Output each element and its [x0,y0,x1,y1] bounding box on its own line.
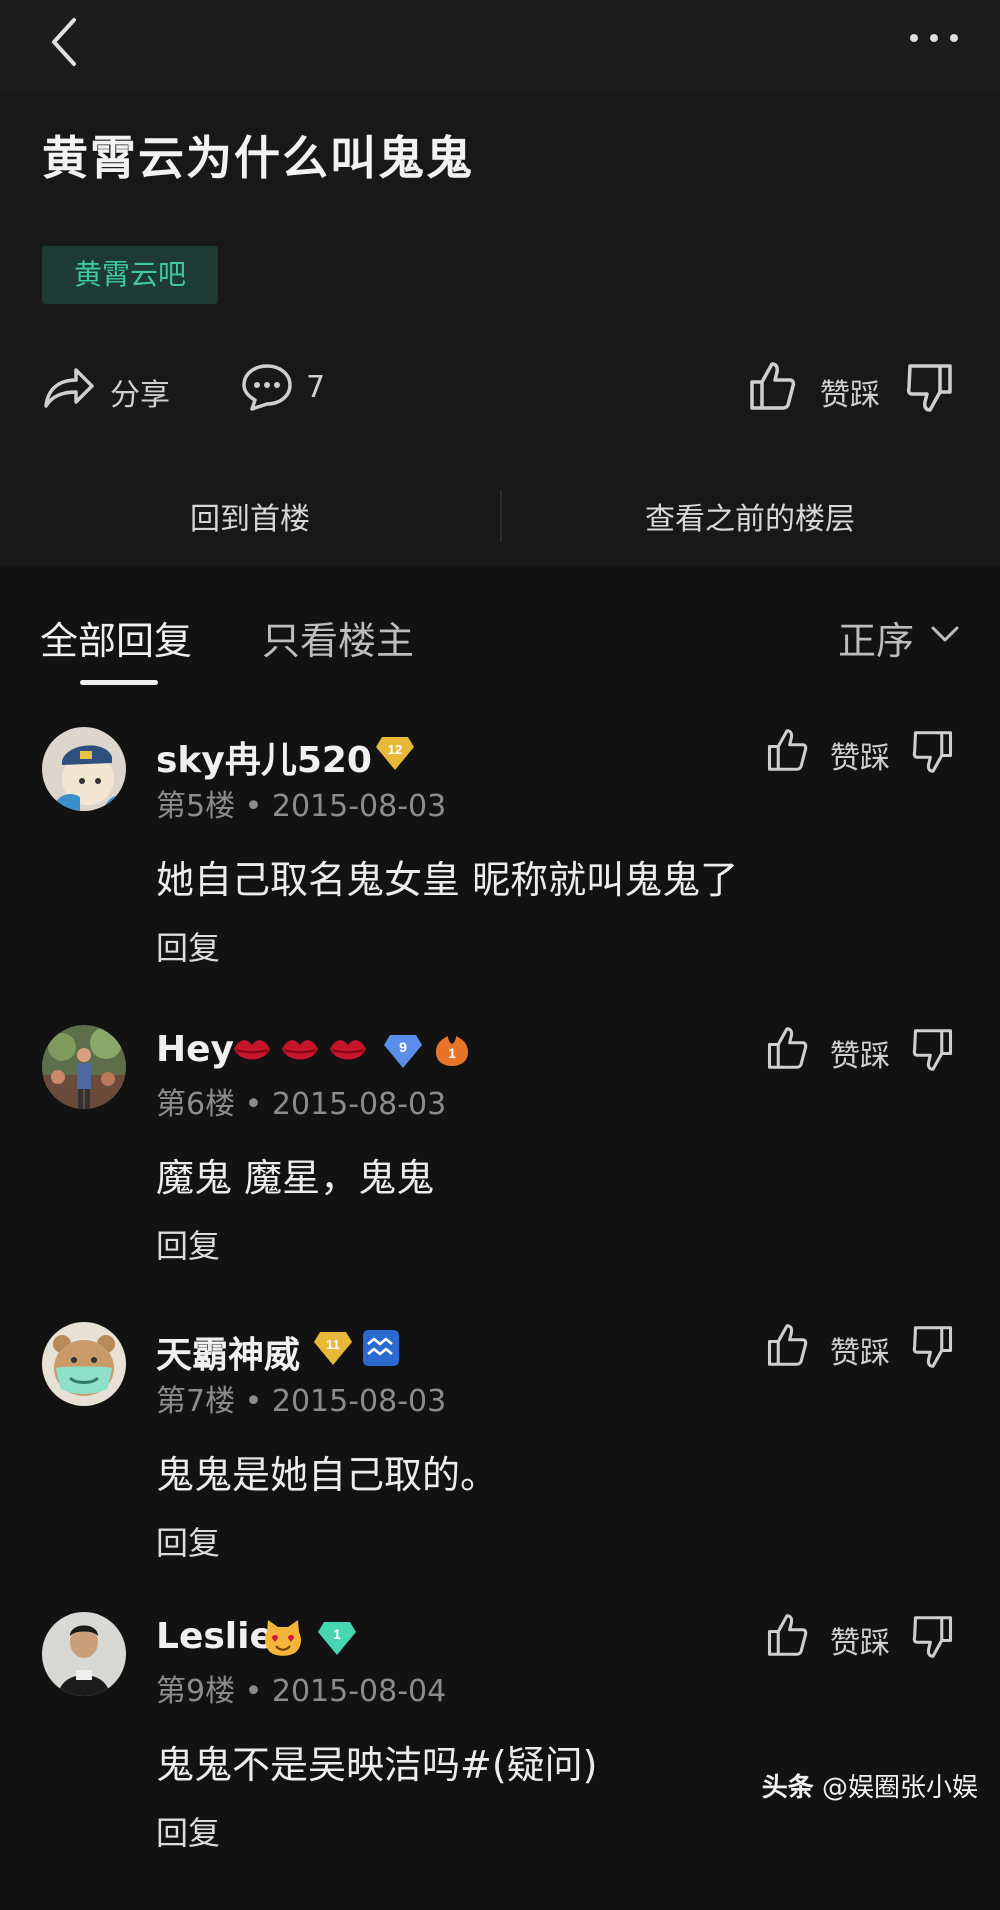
tab-op-only[interactable]: 只看楼主 [262,610,414,665]
comment-count[interactable]: 7 [306,370,325,405]
lips-emoji-icon [282,1040,318,1060]
sort-order-dropdown[interactable]: 正序 [838,610,914,665]
post-content: 她自己取名鬼女皇 昵称就叫鬼鬼了 [156,858,739,902]
badge-level: 1 [448,1045,456,1061]
badge-level: 12 [388,742,402,757]
badge-list: 11 [312,1328,400,1368]
watermark-platform: 头条 [761,1773,814,1803]
badge-list: 1 [262,1618,358,1658]
forum-tag[interactable]: 黄霄云吧 [42,246,218,304]
post-meta: 第5楼 • 2015-08-03 [156,789,447,824]
active-tab-indicator [80,680,158,685]
badge-level: 11 [326,1337,340,1352]
thumbs-up-icon[interactable] [766,1612,808,1658]
reply-button[interactable]: 回复 [156,1221,220,1267]
back-to-first-floor-button[interactable]: 回到首楼 [0,494,500,538]
reply-post: sky冉儿520 12 第5楼 • 2015-08-03 赞踩 她自己取名鬼女皇… [0,727,1000,1025]
reply-tabs: 全部回复 只看楼主 正序 [0,580,1000,690]
reply-button[interactable]: 回复 [156,923,220,969]
username[interactable]: Leslie [156,1616,274,1657]
watermark: 头条 @娱圈张小娱 [762,1767,978,1804]
tab-all-replies[interactable]: 全部回复 [40,610,192,665]
view-previous-floors-button[interactable]: 查看之前的楼层 [500,494,1000,538]
share-label[interactable]: 分享 [110,370,170,414]
chevron-down-icon[interactable] [930,624,960,644]
post-date: 2015-08-03 [271,1087,447,1122]
username[interactable]: 天霸神威 [156,1326,300,1378]
floor-number: 第9楼 [156,1674,236,1709]
username[interactable]: sky冉儿520 [156,731,372,783]
badge-list: 9 1 [232,1031,472,1071]
heart-eyes-cat-icon [265,1620,301,1656]
floor-jump-bar: 回到首楼 查看之前的楼层 [0,472,1000,556]
thread-actions: 分享 7 赞踩 [0,352,1000,422]
post-content: 鬼鬼不是吴映洁吗#(疑问) [156,1743,598,1787]
avatar[interactable] [42,727,126,811]
more-options-icon[interactable] [908,28,960,48]
fire-badge-icon: 1 [436,1036,468,1066]
post-meta: 第9楼 • 2015-08-04 [156,1674,447,1709]
floor-number: 第7楼 [156,1384,236,1419]
reply-button[interactable]: 回复 [156,1808,220,1854]
vote-label: 赞踩 [830,1626,890,1661]
vote-label: 赞踩 [820,378,880,413]
back-arrow-icon[interactable] [44,14,84,70]
lips-emoji-icon [330,1040,366,1060]
avatar[interactable] [42,1612,126,1696]
badge-level: 1 [333,1626,341,1642]
gold-diamond-badge-icon: 12 [376,737,414,770]
vote-label: 赞踩 [830,1336,890,1371]
aquarius-sign-icon [363,1330,399,1366]
top-nav-bar [0,0,1000,92]
post-date: 2015-08-03 [271,789,447,824]
avatar[interactable] [42,1322,126,1406]
watermark-account: @娱圈张小娱 [821,1773,978,1803]
reply-button[interactable]: 回复 [156,1518,220,1564]
blue-diamond-badge-icon: 9 [384,1035,422,1068]
vote-label: 赞踩 [830,741,890,776]
thumbs-down-icon[interactable] [912,1324,954,1370]
thumbs-up-icon[interactable] [748,360,796,412]
lips-emoji-icon [234,1040,270,1060]
reply-post: Hey 9 1 第6楼 • 2015-08-03 赞踩 魔鬼 魔星，鬼鬼 回复 [0,1025,1000,1323]
post-meta: 第7楼 • 2015-08-03 [156,1384,447,1419]
thumbs-down-icon[interactable] [906,362,954,414]
reply-post: 天霸神威 11 第7楼 • 2015-08-03 赞踩 鬼鬼是她自己取的。 回复 [0,1322,1000,1620]
floor-number: 第5楼 [156,789,236,824]
gold-diamond-badge-icon: 11 [314,1332,352,1365]
thread-title: 黄霄云为什么叫鬼鬼 [42,131,474,185]
thumbs-down-icon[interactable] [912,729,954,775]
badge-level: 9 [399,1039,407,1055]
share-icon[interactable] [42,362,96,412]
teal-diamond-badge-icon: 1 [318,1622,356,1655]
thumbs-up-icon[interactable] [766,1025,808,1071]
reply-post: Leslie 1 第9楼 • 2015-08-04 赞踩 鬼鬼不是吴映洁吗#(疑… [0,1612,1000,1910]
thread-header: 黄霄云为什么叫鬼鬼 黄霄云吧 分享 7 赞踩 回到首楼 查看之前的楼层 [0,92,1000,566]
post-content: 鬼鬼是她自己取的。 [156,1453,499,1497]
thumbs-up-icon[interactable] [766,727,808,773]
post-meta: 第6楼 • 2015-08-03 [156,1087,447,1122]
thumbs-down-icon[interactable] [912,1614,954,1660]
comment-bubble-icon[interactable] [240,362,294,412]
thumbs-down-icon[interactable] [912,1027,954,1073]
post-date: 2015-08-04 [271,1674,447,1709]
thumbs-up-icon[interactable] [766,1322,808,1368]
username[interactable]: Hey [156,1029,234,1070]
badge-list: 12 [374,733,416,773]
vote-label: 赞踩 [830,1039,890,1074]
avatar[interactable] [42,1025,126,1109]
post-content: 魔鬼 魔星，鬼鬼 [156,1156,435,1200]
floor-number: 第6楼 [156,1087,236,1122]
post-date: 2015-08-03 [271,1384,447,1419]
